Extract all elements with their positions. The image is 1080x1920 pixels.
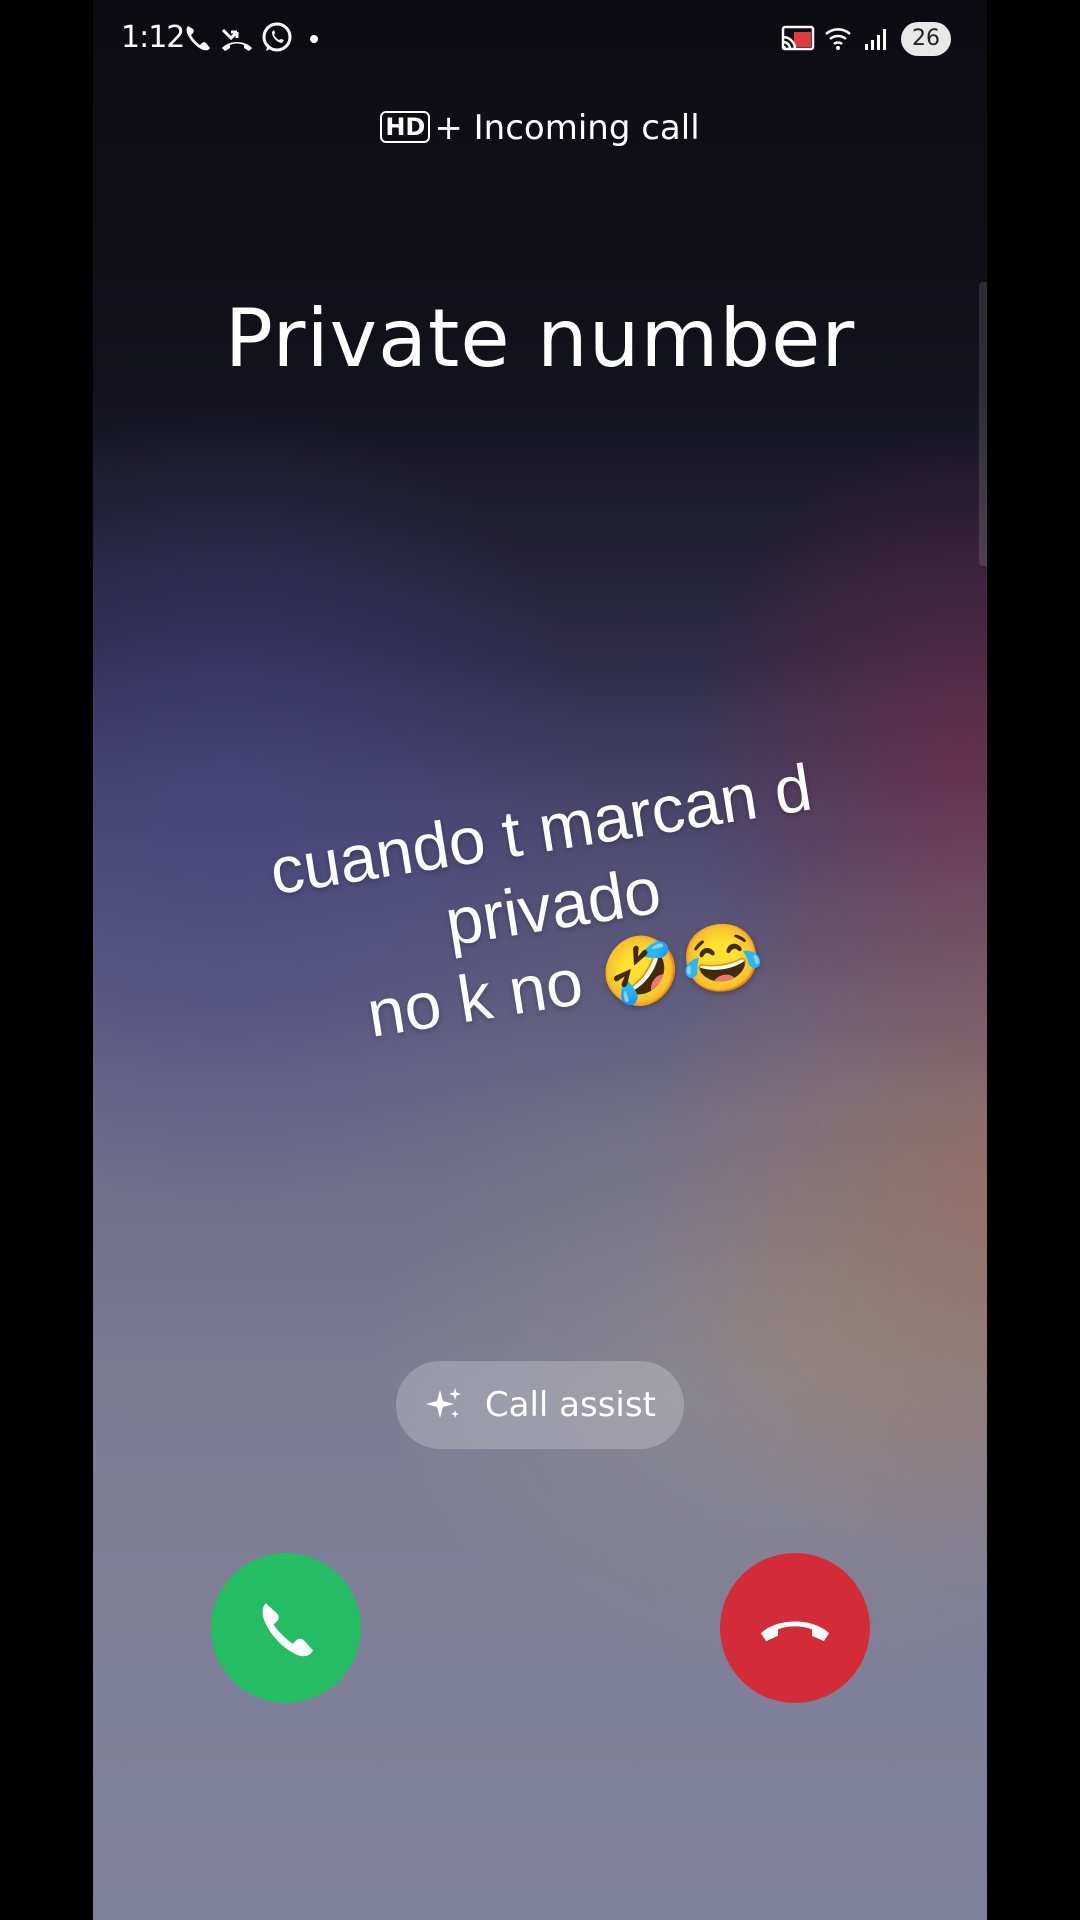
cast-icon bbox=[781, 25, 815, 51]
decline-call-button[interactable] bbox=[720, 1553, 870, 1703]
whatsapp-icon bbox=[262, 22, 292, 52]
call-assist-label: Call assist bbox=[484, 1385, 656, 1425]
dot-icon bbox=[310, 35, 318, 43]
status-bar: 1:12 26 bbox=[93, 0, 987, 80]
wifi-icon bbox=[825, 28, 851, 50]
hd-badge: HD bbox=[380, 111, 431, 143]
call-status-text: Incoming call bbox=[473, 108, 700, 148]
phone-screen: 1:12 26 HD + Incoming call Private numbe… bbox=[93, 0, 987, 1920]
call-status: HD + Incoming call bbox=[93, 108, 987, 148]
accept-call-button[interactable] bbox=[211, 1553, 361, 1703]
missed-call-icon bbox=[221, 28, 252, 51]
hd-plus: + bbox=[434, 108, 463, 148]
signal-icon bbox=[865, 29, 886, 50]
battery-icon: 26 bbox=[901, 22, 951, 56]
sparkle-icon bbox=[424, 1385, 475, 1425]
phone-icon bbox=[186, 26, 210, 51]
call-assist-button[interactable]: Call assist bbox=[396, 1361, 684, 1449]
phone-decline-icon bbox=[760, 1621, 830, 1642]
overlay-caption: cuando t marcan d privado no k no 🤣😂 bbox=[179, 735, 927, 1078]
phone-accept-icon bbox=[262, 1603, 313, 1657]
status-time: 1:12 bbox=[121, 20, 185, 55]
caller-name: Private number bbox=[224, 292, 856, 385]
scroll-indicator bbox=[979, 282, 987, 566]
